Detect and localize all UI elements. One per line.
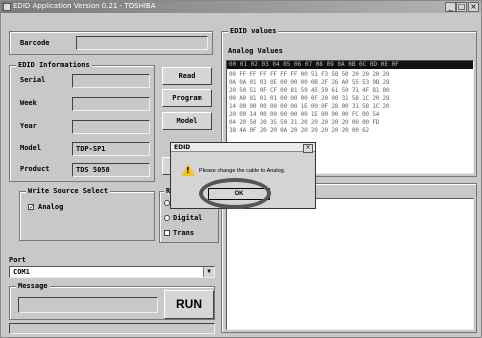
analog-checkbox[interactable]: ✓ xyxy=(28,204,34,211)
edid-info-title: EDID Informations xyxy=(16,61,92,69)
edid-info-group: EDID Informations Serial Week Year Model… xyxy=(9,61,155,182)
minimize-button[interactable]: _ xyxy=(445,2,456,12)
hex-row: 0A 0A 01 03 0E 00 00 00 0B 2F 26 A0 55 5… xyxy=(229,79,390,86)
digital-label: Digital xyxy=(173,214,203,222)
hex-row: 00 FF FF FF FF FF FF 00 51 F3 58 50 20 2… xyxy=(229,71,390,78)
close-button[interactable]: × xyxy=(468,2,479,12)
alert-dialog: EDID × ! Please change the cable to Anal… xyxy=(170,142,316,209)
hex-row: 04 20 50 20 35 50 31 20 20 20 20 20 00 0… xyxy=(229,119,380,126)
secondary-values-area[interactable] xyxy=(226,198,474,330)
week-field[interactable] xyxy=(72,97,150,111)
hex-row: 20 50 51 0F CF 00 81 59 45 59 61 59 71 4… xyxy=(229,87,390,94)
status-bar xyxy=(9,323,215,334)
trans-label: Trans xyxy=(173,229,195,237)
year-label: Year xyxy=(20,122,37,130)
dialog-message: Please change the cable to Analog. xyxy=(199,168,286,174)
title-bar: EDID Application Version 0.21 - TOSHIBA … xyxy=(1,1,481,13)
warning-mark: ! xyxy=(186,166,190,175)
model-field[interactable]: TDP-SP1 xyxy=(72,142,150,156)
barcode-group: Barcode xyxy=(9,31,213,55)
run-button[interactable]: RUN xyxy=(164,290,214,319)
dialog-ok-button[interactable]: OK xyxy=(208,188,270,200)
hex-row: 00 A0 01 01 01 00 00 00 0F 20 00 31 58 1… xyxy=(229,95,390,102)
window-title: EDID Application Version 0.21 - TOSHIBA xyxy=(13,2,156,10)
program-button[interactable]: Program xyxy=(162,89,212,107)
year-field[interactable] xyxy=(72,120,150,134)
hex-header: 00 01 02 03 04 05 06 07 08 09 0A 0B 0C 0… xyxy=(227,61,473,69)
edid-values-title: EDID values xyxy=(228,27,279,35)
barcode-field[interactable] xyxy=(76,36,208,50)
message-field xyxy=(18,297,158,313)
analog-label: Analog xyxy=(38,203,64,211)
model-label: Model xyxy=(20,144,42,152)
analog-values-label: Analog Values xyxy=(228,47,283,55)
application-window: EDID Application Version 0.21 - TOSHIBA … xyxy=(0,0,482,338)
port-value: COM1 xyxy=(13,268,30,276)
week-label: Week xyxy=(20,99,37,107)
chevron-down-icon[interactable]: ▼ xyxy=(203,267,214,277)
port-select[interactable]: COM1 ▼ xyxy=(9,266,215,278)
serial-field[interactable] xyxy=(72,74,150,88)
hex-row: 38 4A 0F 20 20 0A 20 20 20 20 20 20 00 6… xyxy=(229,127,369,134)
dialog-title: EDID xyxy=(171,143,315,152)
port-label: Port xyxy=(9,256,26,264)
radio-digital[interactable] xyxy=(164,215,170,221)
product-field[interactable]: TDS 5058 xyxy=(72,163,150,177)
trans-checkbox[interactable] xyxy=(164,230,170,236)
barcode-label: Barcode xyxy=(20,39,50,47)
write-source-title: Write Source Select xyxy=(26,187,111,195)
write-source-group: Write Source Select ✓ Analog xyxy=(19,187,155,241)
dialog-close-icon[interactable]: × xyxy=(303,144,313,153)
maximize-button[interactable]: □ xyxy=(456,2,467,12)
model-button[interactable]: Model xyxy=(162,112,212,130)
serial-label: Serial xyxy=(20,76,46,84)
product-label: Product xyxy=(20,165,50,173)
hex-row: 20 00 14 00 00 00 00 00 1E 00 00 00 FC 0… xyxy=(229,111,380,118)
app-icon xyxy=(3,3,11,11)
hex-row: 14 00 00 00 00 00 00 1E 00 0F 28 00 31 5… xyxy=(229,103,390,110)
read-button[interactable]: Read xyxy=(162,67,212,85)
message-title: Message xyxy=(16,282,50,290)
